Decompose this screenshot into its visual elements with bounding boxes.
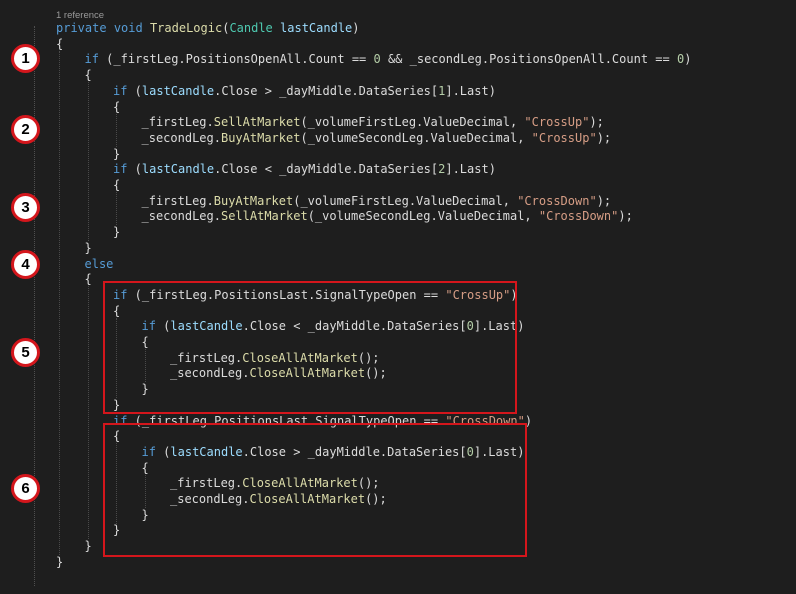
callout-marker-6: 6: [11, 474, 40, 503]
code-token: if: [84, 52, 99, 67]
code-token: {: [113, 99, 121, 114]
indent-guide: [87, 82, 89, 242]
code-line[interactable]: if (_firstLeg.PositionsOpenAll.Count == …: [85, 51, 692, 67]
code-token: Candle: [229, 21, 273, 35]
code-line[interactable]: if (lastCandle.Close < _dayMiddle.DataSe…: [113, 161, 496, 177]
code-token: else: [84, 256, 114, 271]
code-token: }: [56, 554, 64, 569]
code-line[interactable]: }: [113, 146, 120, 162]
code-token: if: [113, 83, 128, 98]
code-token: lastCandle: [141, 83, 215, 98]
code-line[interactable]: else: [85, 256, 114, 272]
code-token: (_firstLeg.PositionsOpenAll.Count ==: [98, 52, 374, 67]
code-token: SellAtMarket: [213, 115, 301, 130]
code-line[interactable]: _secondLeg.BuyAtMarket(_volumeSecondLeg.…: [142, 130, 612, 146]
code-token: 0: [373, 52, 381, 67]
code-token: {: [84, 272, 92, 287]
callout-marker-5: 5: [11, 338, 40, 367]
code-token: "CrossDown": [517, 193, 597, 208]
code-token: "CrossUp": [531, 130, 597, 145]
code-token: (_volumeSecondLeg.ValueDecimal,: [300, 130, 532, 145]
callout-marker-1: 1: [11, 44, 40, 73]
code-token: private: [56, 21, 107, 35]
code-token: {: [113, 178, 121, 192]
code-token: );: [596, 130, 612, 145]
code-token: .Close > _dayMiddle.DataSeries[: [214, 83, 439, 98]
code-token: _secondLeg.: [141, 130, 221, 145]
code-token: TradeLogic: [149, 21, 223, 35]
code-token: && _secondLeg.PositionsOpenAll.Count ==: [380, 52, 677, 67]
code-token: {: [56, 36, 64, 51]
indent-guide: [59, 50, 60, 556]
code-token: ].Last): [445, 162, 496, 177]
indent-guide: [116, 192, 117, 226]
code-token: .Close < _dayMiddle.DataSeries[: [214, 162, 439, 177]
callout-marker-2: 2: [11, 115, 40, 144]
code-line[interactable]: }: [85, 240, 92, 256]
code-token: lastCandle: [141, 162, 215, 177]
code-line[interactable]: _firstLeg.SellAtMarket(_volumeFirstLeg.V…: [142, 114, 604, 130]
code-token: (_volumeSecondLeg.ValueDecimal,: [307, 209, 539, 224]
code-token: if: [113, 162, 128, 177]
code-line[interactable]: {: [56, 36, 63, 52]
code-line[interactable]: }: [85, 538, 92, 554]
code-token: {: [84, 68, 92, 83]
code-token: );: [618, 209, 633, 224]
code-token: );: [596, 193, 612, 208]
code-token: ): [684, 52, 692, 67]
code-editor[interactable]: 1 reference private void TradeLogic(Cand…: [0, 0, 796, 594]
code-token: "CrossDown": [538, 209, 619, 224]
code-token: _firstLeg.: [141, 115, 214, 130]
code-token: }: [113, 225, 121, 240]
code-token: (: [127, 162, 142, 177]
code-line[interactable]: _secondLeg.SellAtMarket(_volumeSecondLeg…: [142, 208, 633, 224]
code-token: (: [127, 83, 142, 98]
code-line[interactable]: if (lastCandle.Close > _dayMiddle.DataSe…: [113, 83, 496, 99]
indent-guide: [116, 113, 117, 147]
code-line[interactable]: _firstLeg.BuyAtMarket(_volumeFirstLeg.Va…: [142, 193, 612, 209]
code-token: "CrossUp": [524, 115, 590, 130]
code-token: );: [589, 115, 604, 130]
code-token: lastCandle: [280, 21, 353, 35]
code-line[interactable]: {: [85, 271, 92, 287]
code-line[interactable]: {: [113, 99, 120, 115]
callout-marker-3: 3: [11, 193, 40, 222]
callout-marker-4: 4: [11, 250, 40, 279]
indent-guide: [87, 286, 89, 540]
code-token: }: [84, 539, 92, 554]
code-token: (_volumeFirstLeg.ValueDecimal,: [300, 115, 525, 130]
code-token: ): [352, 21, 360, 35]
code-token: }: [113, 146, 121, 161]
highlight-box-5: [103, 281, 517, 414]
code-line[interactable]: private void TradeLogic(Candle lastCandl…: [56, 20, 360, 36]
highlight-box-6: [103, 423, 527, 557]
code-line[interactable]: {: [85, 67, 92, 83]
code-token: BuyAtMarket: [220, 130, 301, 145]
code-token: SellAtMarket: [220, 209, 308, 224]
code-token: _secondLeg.: [141, 209, 221, 224]
code-line[interactable]: }: [56, 554, 63, 570]
code-token: ].Last): [445, 83, 496, 98]
gutter-indent-guide: [34, 26, 35, 586]
code-token: (_volumeFirstLeg.ValueDecimal,: [293, 193, 518, 208]
code-token: void: [113, 21, 143, 35]
code-token: BuyAtMarket: [213, 193, 294, 208]
code-line[interactable]: {: [113, 177, 120, 193]
code-token: _firstLeg.: [141, 193, 214, 208]
code-token: }: [84, 240, 92, 255]
code-line[interactable]: }: [113, 224, 120, 240]
